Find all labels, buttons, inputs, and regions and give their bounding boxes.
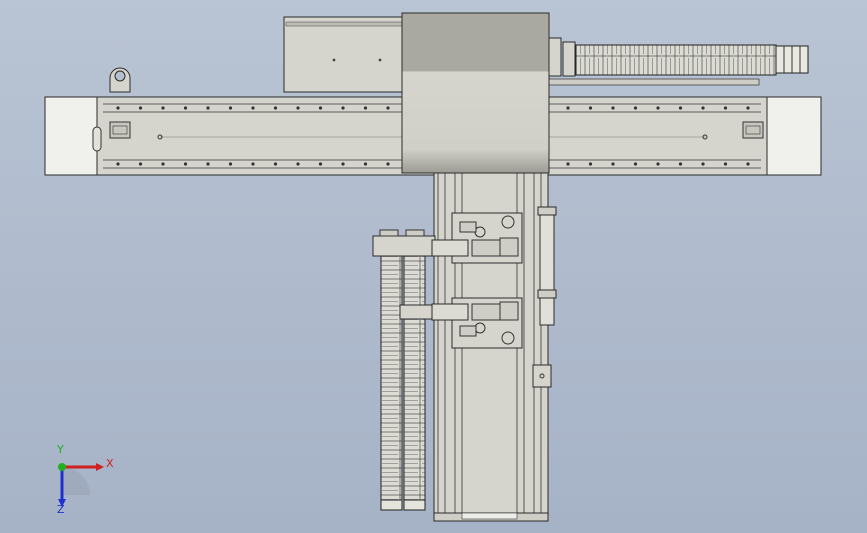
beam-bolt xyxy=(363,162,368,166)
beam-bolt xyxy=(116,106,120,110)
beam-bolt xyxy=(341,106,345,110)
beam-bolt xyxy=(183,106,188,110)
motor-housing xyxy=(283,16,405,93)
beam-bolt xyxy=(633,106,638,110)
beam-bolt xyxy=(251,106,255,110)
beam-bolt xyxy=(363,106,368,110)
beam-bolt xyxy=(746,162,750,166)
beam-bolt xyxy=(296,106,300,110)
beam-bolt xyxy=(273,106,278,110)
beam-bolt xyxy=(138,106,143,110)
cad-viewport[interactable]: X Y Z xyxy=(0,0,867,533)
beam-bolt xyxy=(251,162,255,166)
x-axis-head xyxy=(96,463,104,471)
beam-bolt xyxy=(611,162,615,166)
beam-bolt xyxy=(656,162,660,166)
beam-bolt xyxy=(723,106,728,110)
y-axis-dot xyxy=(58,463,66,471)
x-carriage xyxy=(401,12,550,174)
beam-bolt xyxy=(678,106,683,110)
beam-bolt xyxy=(116,162,120,166)
beam-bolt xyxy=(611,106,615,110)
beam-bolt xyxy=(566,162,570,166)
beam-bolt xyxy=(318,106,323,110)
vertical-cable-chains xyxy=(372,229,436,511)
beam-bolt xyxy=(206,106,210,110)
beam-bolt xyxy=(206,162,210,166)
beam-bolt xyxy=(723,162,728,166)
beam-bolt xyxy=(701,106,705,110)
beam-bolt xyxy=(678,162,683,166)
beam-bolt xyxy=(161,162,165,166)
beam-bolt xyxy=(588,162,593,166)
beam-bolt xyxy=(701,162,705,166)
beam-bolt xyxy=(228,162,233,166)
beam-bolt xyxy=(273,162,278,166)
top-cable-chain xyxy=(548,37,809,86)
beam-bolt xyxy=(341,162,345,166)
x-axis-label: X xyxy=(106,457,114,470)
beam-bolt xyxy=(588,106,593,110)
beam-bolt xyxy=(386,162,390,166)
beam-bolt xyxy=(138,162,143,166)
beam-bolt xyxy=(746,106,750,110)
beam-bolt xyxy=(566,106,570,110)
beam-bolt xyxy=(318,162,323,166)
beam-bolt xyxy=(228,106,233,110)
beam-bolt xyxy=(296,162,300,166)
y-axis-label: Y xyxy=(57,443,64,456)
beam-bolt xyxy=(161,106,165,110)
lifting-eye xyxy=(109,67,131,93)
orientation-triad[interactable]: X Y Z xyxy=(50,443,120,516)
beam-bolt xyxy=(656,106,660,110)
beam-bolt xyxy=(386,106,390,110)
gantry-model xyxy=(44,12,822,522)
beam-bolt xyxy=(633,162,638,166)
beam-bolt xyxy=(183,162,188,166)
z-axis-label: Z xyxy=(57,503,65,516)
